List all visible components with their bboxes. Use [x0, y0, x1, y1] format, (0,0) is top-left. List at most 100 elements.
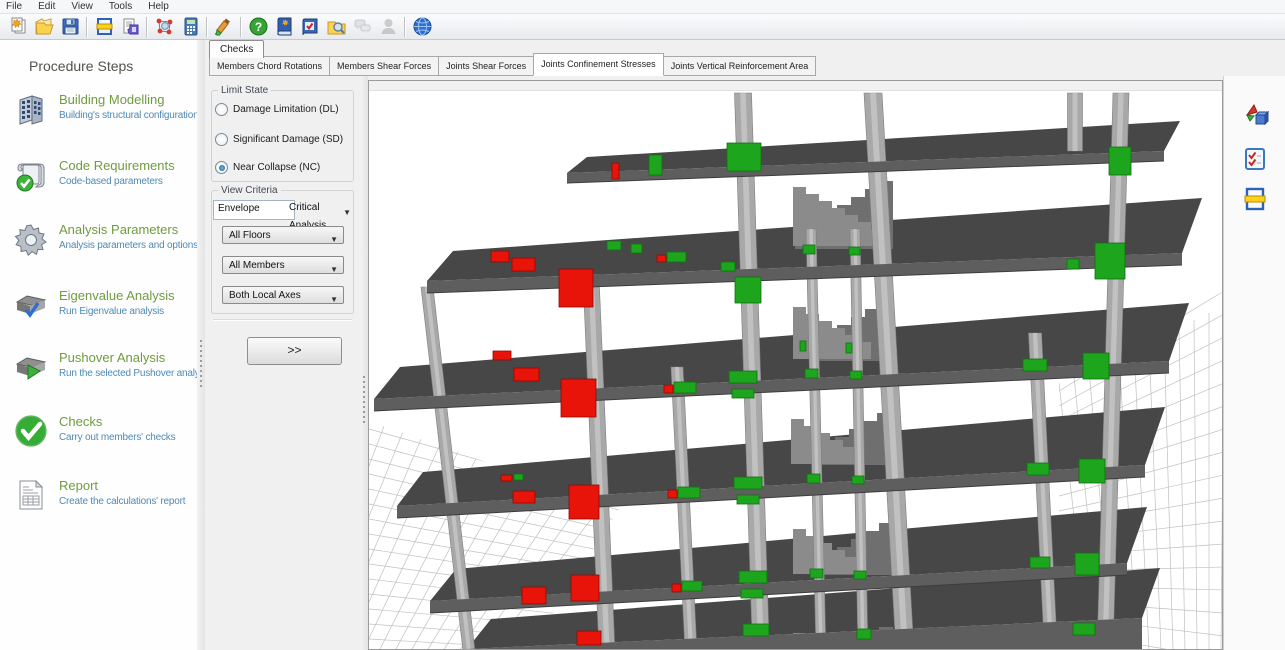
new-document-button[interactable]	[5, 15, 31, 38]
open-button[interactable]	[31, 15, 57, 38]
viewport-top-strip	[369, 81, 1222, 91]
toolbar-separator	[206, 17, 208, 37]
menu-view[interactable]: View	[71, 1, 93, 12]
sidebar-item-building-modelling[interactable]: Building Modelling Building's structural…	[12, 92, 192, 121]
members-dropdown[interactable]: All Members ▼	[222, 256, 344, 274]
step-subtitle: Create the calculations' report	[59, 496, 192, 507]
axes-dropdown-value: Both Local Axes	[229, 290, 301, 301]
globe-button[interactable]	[409, 15, 435, 38]
frame-member-icon	[94, 16, 115, 37]
tab-joints-confinement-stresses[interactable]: Joints Confinement Stresses	[533, 53, 664, 76]
eigenvalue-icon	[12, 286, 50, 324]
step-subtitle: Building's structural configuration	[59, 110, 192, 121]
brush-button[interactable]	[211, 15, 237, 38]
step-subtitle: Analysis parameters and options	[59, 240, 192, 251]
globe-icon	[412, 16, 433, 37]
frame-member-button[interactable]	[91, 15, 117, 38]
tab-joints-vertical-reinforcement-area[interactable]: Joints Vertical Reinforcement Area	[663, 56, 817, 76]
sidebar-item-checks[interactable]: Checks Carry out members' checks	[12, 414, 192, 443]
book-check-button[interactable]	[297, 15, 323, 38]
frame-view-button[interactable]	[1239, 184, 1271, 214]
tab-checks[interactable]: Checks	[209, 40, 264, 58]
save-button[interactable]	[57, 15, 83, 38]
sidebar-item-code-requirements[interactable]: Code Requirements Code-based parameters	[12, 158, 192, 187]
floors-dropdown[interactable]: All Floors ▼	[222, 226, 344, 244]
toolbar-separator	[146, 17, 148, 37]
sidebar-item-analysis-parameters[interactable]: Analysis Parameters Analysis parameters …	[12, 222, 192, 251]
new-document-icon	[8, 16, 29, 37]
menu-file[interactable]: File	[6, 1, 22, 12]
view-controls-panel: Limit State Damage Limitation (DL) Signi…	[205, 76, 360, 650]
search-folder-button[interactable]	[323, 15, 349, 38]
checks-list-icon	[1241, 145, 1269, 173]
sidebar-splitter[interactable]	[197, 40, 205, 650]
calculator-icon	[180, 16, 201, 37]
menu-help[interactable]: Help	[148, 1, 169, 12]
search-folder-icon	[326, 16, 347, 37]
user-button[interactable]	[375, 15, 401, 38]
chat-icon	[352, 16, 373, 37]
sidebar-title: Procedure Steps	[29, 58, 133, 74]
sidebar-item-eigenvalue-analysis[interactable]: Eigenvalue Analysis Run Eigenvalue analy…	[12, 288, 192, 317]
limit-state-label: Limit State	[218, 85, 271, 96]
pushover-icon	[12, 348, 50, 386]
main-area: Checks Members Chord Rotations Members S…	[205, 39, 1285, 650]
report-document-icon	[120, 16, 141, 37]
analysis-dropdown[interactable]: Critical Analysis ▼	[289, 199, 351, 217]
checks-list-button[interactable]	[1239, 144, 1271, 174]
display-options-button[interactable]	[1239, 100, 1271, 130]
user-icon	[378, 16, 399, 37]
radio-label: Near Collapse (NC)	[233, 162, 320, 173]
help-icon: ?	[248, 16, 269, 37]
check-circle-icon	[12, 412, 50, 450]
manual-button[interactable]	[271, 15, 297, 38]
menu-tools[interactable]: Tools	[109, 1, 132, 12]
envelope-field[interactable]: Envelope	[213, 200, 295, 220]
axes-dropdown[interactable]: Both Local Axes ▼	[222, 286, 344, 304]
step-title: Eigenvalue Analysis	[59, 288, 192, 303]
gear-icon	[12, 220, 50, 258]
calculator-button[interactable]	[177, 15, 203, 38]
report-document-button[interactable]	[117, 15, 143, 38]
step-title: Pushover Analysis	[59, 350, 192, 365]
chevron-down-icon: ▼	[343, 204, 351, 222]
svg-text:?: ?	[254, 20, 261, 34]
chevron-down-icon: ▼	[330, 291, 338, 308]
save-icon	[60, 16, 81, 37]
procedure-steps-panel: Procedure Steps Building Modelling Build…	[0, 40, 198, 650]
panel-splitter[interactable]	[360, 76, 368, 650]
checks-content: Limit State Damage Limitation (DL) Signi…	[205, 76, 1285, 650]
help-button[interactable]: ?	[245, 15, 271, 38]
tab-joints-shear-forces[interactable]: Joints Shear Forces	[438, 56, 534, 76]
step-title: Analysis Parameters	[59, 222, 192, 237]
step-subtitle: Carry out members' checks	[59, 432, 192, 443]
chat-button[interactable]	[349, 15, 375, 38]
floors-dropdown-value: All Floors	[229, 230, 271, 241]
scroll-check-icon	[12, 156, 50, 194]
step-title: Report	[59, 478, 192, 493]
open-folder-icon	[34, 16, 55, 37]
radio-icon	[215, 103, 228, 116]
brush-icon	[214, 16, 235, 37]
toolbar-separator	[240, 17, 242, 37]
expand-button[interactable]: >>	[247, 337, 342, 365]
sidebar-item-pushover-analysis[interactable]: Pushover Analysis Run the selected Pusho…	[12, 350, 192, 379]
radio-significant-damage[interactable]: Significant Damage (SD)	[215, 133, 343, 146]
radio-label: Significant Damage (SD)	[233, 134, 343, 145]
toolbar-separator	[404, 17, 406, 37]
sidebar-item-report[interactable]: Report Create the calculations' report	[12, 478, 192, 507]
toolbar-separator	[86, 17, 88, 37]
tab-members-chord-rotations[interactable]: Members Chord Rotations	[209, 56, 330, 76]
model-3d-button[interactable]	[151, 15, 177, 38]
view-criteria-label: View Criteria	[218, 185, 281, 196]
menu-edit[interactable]: Edit	[38, 1, 55, 12]
view-tools-panel	[1223, 76, 1285, 650]
manual-book-icon	[274, 16, 295, 37]
model-3d-viewport[interactable]	[368, 80, 1223, 650]
members-dropdown-value: All Members	[229, 260, 285, 271]
radio-near-collapse[interactable]: Near Collapse (NC)	[215, 161, 320, 174]
frame-view-icon	[1241, 185, 1269, 213]
radio-damage-limitation[interactable]: Damage Limitation (DL)	[215, 103, 339, 116]
display-options-icon	[1241, 101, 1269, 129]
tab-members-shear-forces[interactable]: Members Shear Forces	[329, 56, 439, 76]
